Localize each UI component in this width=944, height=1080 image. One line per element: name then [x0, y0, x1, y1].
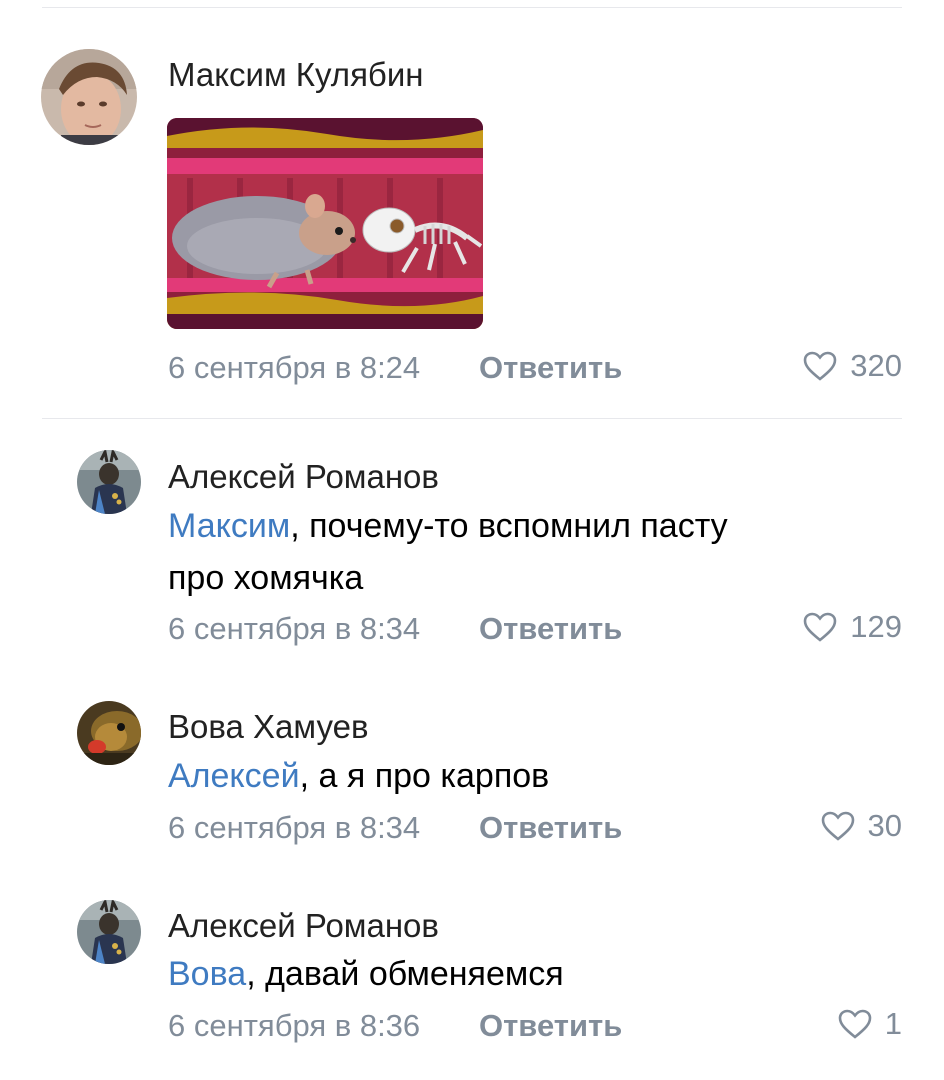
- like-button[interactable]: 1: [837, 1006, 902, 1042]
- mention-link[interactable]: Максим: [168, 507, 290, 545]
- avatar-maksim[interactable]: [41, 49, 137, 145]
- like-button[interactable]: 129: [802, 609, 902, 645]
- heart-outline-icon: [821, 811, 854, 841]
- avatar-vova-image: [77, 701, 141, 765]
- avatar-aleksey-image: [77, 450, 141, 514]
- reply-button[interactable]: Ответить: [479, 350, 622, 386]
- like-count: 30: [867, 808, 902, 843]
- comment-text: Вова, давай обменяемся: [168, 948, 888, 1000]
- sticker-image[interactable]: [167, 118, 483, 329]
- comment-author[interactable]: Вова Хамуев: [168, 708, 368, 746]
- comment-date: 6 сентября в 8:34: [168, 611, 421, 646]
- top-divider: [42, 7, 902, 8]
- avatar-aleksey[interactable]: [77, 450, 141, 514]
- reply-button[interactable]: Ответить: [479, 1008, 622, 1044]
- comment-text-line2: про хомячка: [168, 559, 364, 597]
- like-count: 1: [884, 1006, 902, 1041]
- heart-outline-icon: [803, 351, 837, 381]
- reply-button[interactable]: Ответить: [479, 611, 622, 647]
- comment-author[interactable]: Алексей Романов: [168, 458, 439, 496]
- heart-outline-icon: [838, 1009, 872, 1039]
- comment-date: 6 сентября в 8:34: [168, 810, 421, 845]
- reply-button[interactable]: Ответить: [479, 810, 622, 846]
- comment-date: 6 сентября в 8:36: [168, 1008, 421, 1043]
- comment-author[interactable]: Максим Кулябин: [168, 56, 424, 94]
- like-count: 129: [850, 609, 902, 644]
- comment-text: Алексей, а я про карпов: [168, 750, 888, 802]
- comment-text-part: , а я про карпов: [299, 757, 550, 795]
- like-button[interactable]: 30: [820, 808, 902, 844]
- like-count: 320: [850, 348, 902, 383]
- comment-author[interactable]: Алексей Романов: [168, 907, 439, 945]
- comment-date: 6 сентября в 8:24: [168, 350, 421, 385]
- mention-link[interactable]: Вова: [168, 955, 246, 993]
- mention-link[interactable]: Алексей: [168, 757, 300, 795]
- avatar-vova[interactable]: [77, 701, 141, 765]
- avatar-aleksey-image: [77, 900, 141, 964]
- avatar-aleksey[interactable]: [77, 900, 141, 964]
- heart-outline-icon: [803, 612, 837, 642]
- comment-text-part: , почему-то вспомнил пасту: [290, 507, 728, 545]
- comment-text-part: , давай обменяемся: [246, 955, 564, 993]
- comment-divider: [42, 418, 902, 419]
- avatar-maksim-image: [41, 49, 137, 145]
- comment-text: Максим, почему-то вспомнил пасту про хом…: [168, 500, 888, 604]
- like-button[interactable]: 320: [802, 348, 902, 384]
- hamster-skeleton-illustration: [167, 118, 483, 329]
